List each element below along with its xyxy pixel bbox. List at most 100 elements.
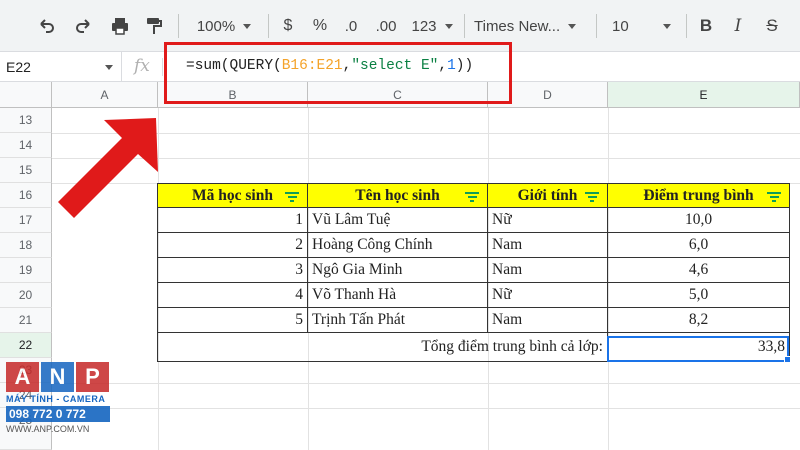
cell-name[interactable]: Ngô Gia Minh bbox=[308, 258, 488, 283]
cell-gender[interactable]: Nam bbox=[488, 308, 608, 333]
row-header[interactable]: 14 bbox=[0, 133, 52, 158]
formula-headers-arg: 1 bbox=[447, 58, 456, 74]
cell-score[interactable]: 10,0 bbox=[608, 208, 790, 233]
bold-button[interactable]: B bbox=[694, 10, 718, 42]
header-cell-score[interactable]: Điểm trung bình bbox=[608, 183, 790, 208]
chevron-down-icon bbox=[243, 23, 252, 29]
number-format-select[interactable]: 123 bbox=[406, 10, 458, 42]
header-cell-name[interactable]: Tên học sinh bbox=[308, 183, 488, 208]
toolbar-divider bbox=[596, 14, 597, 38]
cell-name[interactable]: Trịnh Tấn Phát bbox=[308, 308, 488, 333]
cell-id[interactable]: 2 bbox=[157, 233, 308, 258]
fill-handle[interactable] bbox=[784, 356, 791, 363]
select-all-corner[interactable] bbox=[0, 82, 52, 108]
percent-button[interactable]: % bbox=[308, 10, 332, 42]
filter-icon[interactable] bbox=[585, 192, 599, 202]
toolbar-divider bbox=[686, 14, 687, 38]
formula-part: , bbox=[438, 58, 448, 74]
formula-query-string: "select E" bbox=[351, 58, 439, 74]
undo-icon[interactable] bbox=[32, 10, 60, 42]
row-header[interactable]: 18 bbox=[0, 233, 52, 258]
filter-icon[interactable] bbox=[465, 192, 479, 202]
cell-name[interactable]: Hoàng Công Chính bbox=[308, 233, 488, 258]
gridline bbox=[52, 383, 800, 384]
formula-input[interactable]: =sum(QUERY(B16:E21,"select E",1)) bbox=[186, 58, 473, 74]
cell-id[interactable]: 1 bbox=[157, 208, 308, 233]
gridline bbox=[52, 408, 800, 409]
name-box[interactable]: E22 bbox=[0, 52, 122, 82]
font-size-select[interactable]: 10 bbox=[604, 10, 680, 42]
increase-decimal-button[interactable]: .00 bbox=[370, 10, 402, 42]
strikethrough-button[interactable]: S bbox=[760, 10, 784, 42]
cell-score[interactable]: 4,6 bbox=[608, 258, 790, 283]
toolbar-divider bbox=[464, 14, 465, 38]
header-cell-gender[interactable]: Giới tính bbox=[488, 183, 608, 208]
print-icon[interactable] bbox=[106, 10, 134, 42]
chevron-down-icon bbox=[662, 23, 671, 29]
cell-name[interactable]: Vũ Lâm Tuệ bbox=[308, 208, 488, 233]
header-cell-id[interactable]: Mã học sinh bbox=[157, 183, 308, 208]
toolbar: 100% $ % .0 .00 123 Times New... 10 B I … bbox=[0, 0, 800, 52]
cell-id[interactable]: 3 bbox=[157, 258, 308, 283]
chevron-down-icon bbox=[568, 23, 577, 29]
anp-logo: A N P MÁY TÍNH - CAMERA 098 772 0 772 WW… bbox=[6, 362, 114, 440]
cell-gender[interactable]: Nữ bbox=[488, 283, 608, 308]
row-header[interactable]: 19 bbox=[0, 258, 52, 283]
formula-range: B16:E21 bbox=[281, 58, 343, 74]
header-label: Tên học sinh bbox=[355, 186, 440, 204]
row-header[interactable]: 21 bbox=[0, 308, 52, 333]
zoom-value: 100% bbox=[196, 17, 236, 35]
column-header-b[interactable]: B bbox=[158, 82, 308, 108]
row-header[interactable]: 20 bbox=[0, 283, 52, 308]
cell-score[interactable]: 5,0 bbox=[608, 283, 790, 308]
formula-divider bbox=[162, 58, 163, 76]
header-label: Mã học sinh bbox=[192, 186, 273, 204]
row-header[interactable]: 13 bbox=[0, 108, 52, 133]
total-label-cell[interactable]: Tổng điểm trung bình cả lớp: bbox=[157, 333, 608, 362]
logo-phone: 098 772 0 772 bbox=[6, 406, 110, 422]
cell-score[interactable]: 6,0 bbox=[608, 233, 790, 258]
filter-icon[interactable] bbox=[285, 192, 299, 202]
logo-website: WWW.ANP.COM.VN bbox=[6, 424, 90, 434]
cell-gender[interactable]: Nam bbox=[488, 258, 608, 283]
row-header-selected[interactable]: 22 bbox=[0, 333, 52, 358]
row-header[interactable]: 16 bbox=[0, 183, 52, 208]
filter-icon[interactable] bbox=[767, 192, 781, 202]
cell-score[interactable]: 8,2 bbox=[608, 308, 790, 333]
logo-letter: N bbox=[41, 362, 74, 392]
decrease-decimal-button[interactable]: .0 bbox=[338, 10, 364, 42]
number-format-label: 123 bbox=[411, 17, 437, 35]
red-arrow-icon bbox=[58, 118, 158, 218]
total-value-cell[interactable]: 33,8 bbox=[608, 333, 790, 362]
toolbar-divider bbox=[268, 14, 269, 38]
cell-name[interactable]: Võ Thanh Hà bbox=[308, 283, 488, 308]
paint-format-icon[interactable] bbox=[140, 10, 168, 42]
toolbar-divider bbox=[178, 14, 179, 38]
redo-icon[interactable] bbox=[70, 10, 98, 42]
formula-part: =sum(QUERY( bbox=[186, 58, 282, 74]
column-header-e[interactable]: E bbox=[608, 82, 800, 108]
formula-bar: E22 fx =sum(QUERY(B16:E21,"select E",1)) bbox=[0, 52, 800, 82]
font-family-select[interactable]: Times New... bbox=[474, 10, 590, 42]
currency-button[interactable]: $ bbox=[276, 10, 300, 42]
logo-letter: A bbox=[6, 362, 39, 392]
cell-gender[interactable]: Nữ bbox=[488, 208, 608, 233]
cell-id[interactable]: 4 bbox=[157, 283, 308, 308]
row-header[interactable]: 15 bbox=[0, 158, 52, 183]
header-label: Giới tính bbox=[517, 186, 578, 204]
logo-letter: P bbox=[76, 362, 109, 392]
font-size-label: 10 bbox=[612, 17, 629, 35]
formula-part: )) bbox=[455, 58, 474, 74]
zoom-select[interactable]: 100% bbox=[186, 10, 262, 42]
cell-id[interactable]: 5 bbox=[157, 308, 308, 333]
chevron-down-icon bbox=[444, 23, 453, 29]
fx-icon: fx bbox=[134, 56, 150, 76]
column-header-c[interactable]: C bbox=[308, 82, 488, 108]
column-header-a[interactable]: A bbox=[52, 82, 158, 108]
row-header[interactable]: 17 bbox=[0, 208, 52, 233]
font-family-label: Times New... bbox=[474, 17, 561, 35]
chevron-down-icon bbox=[105, 65, 113, 70]
cell-gender[interactable]: Nam bbox=[488, 233, 608, 258]
italic-button[interactable]: I bbox=[726, 10, 750, 42]
column-header-d[interactable]: D bbox=[488, 82, 608, 108]
